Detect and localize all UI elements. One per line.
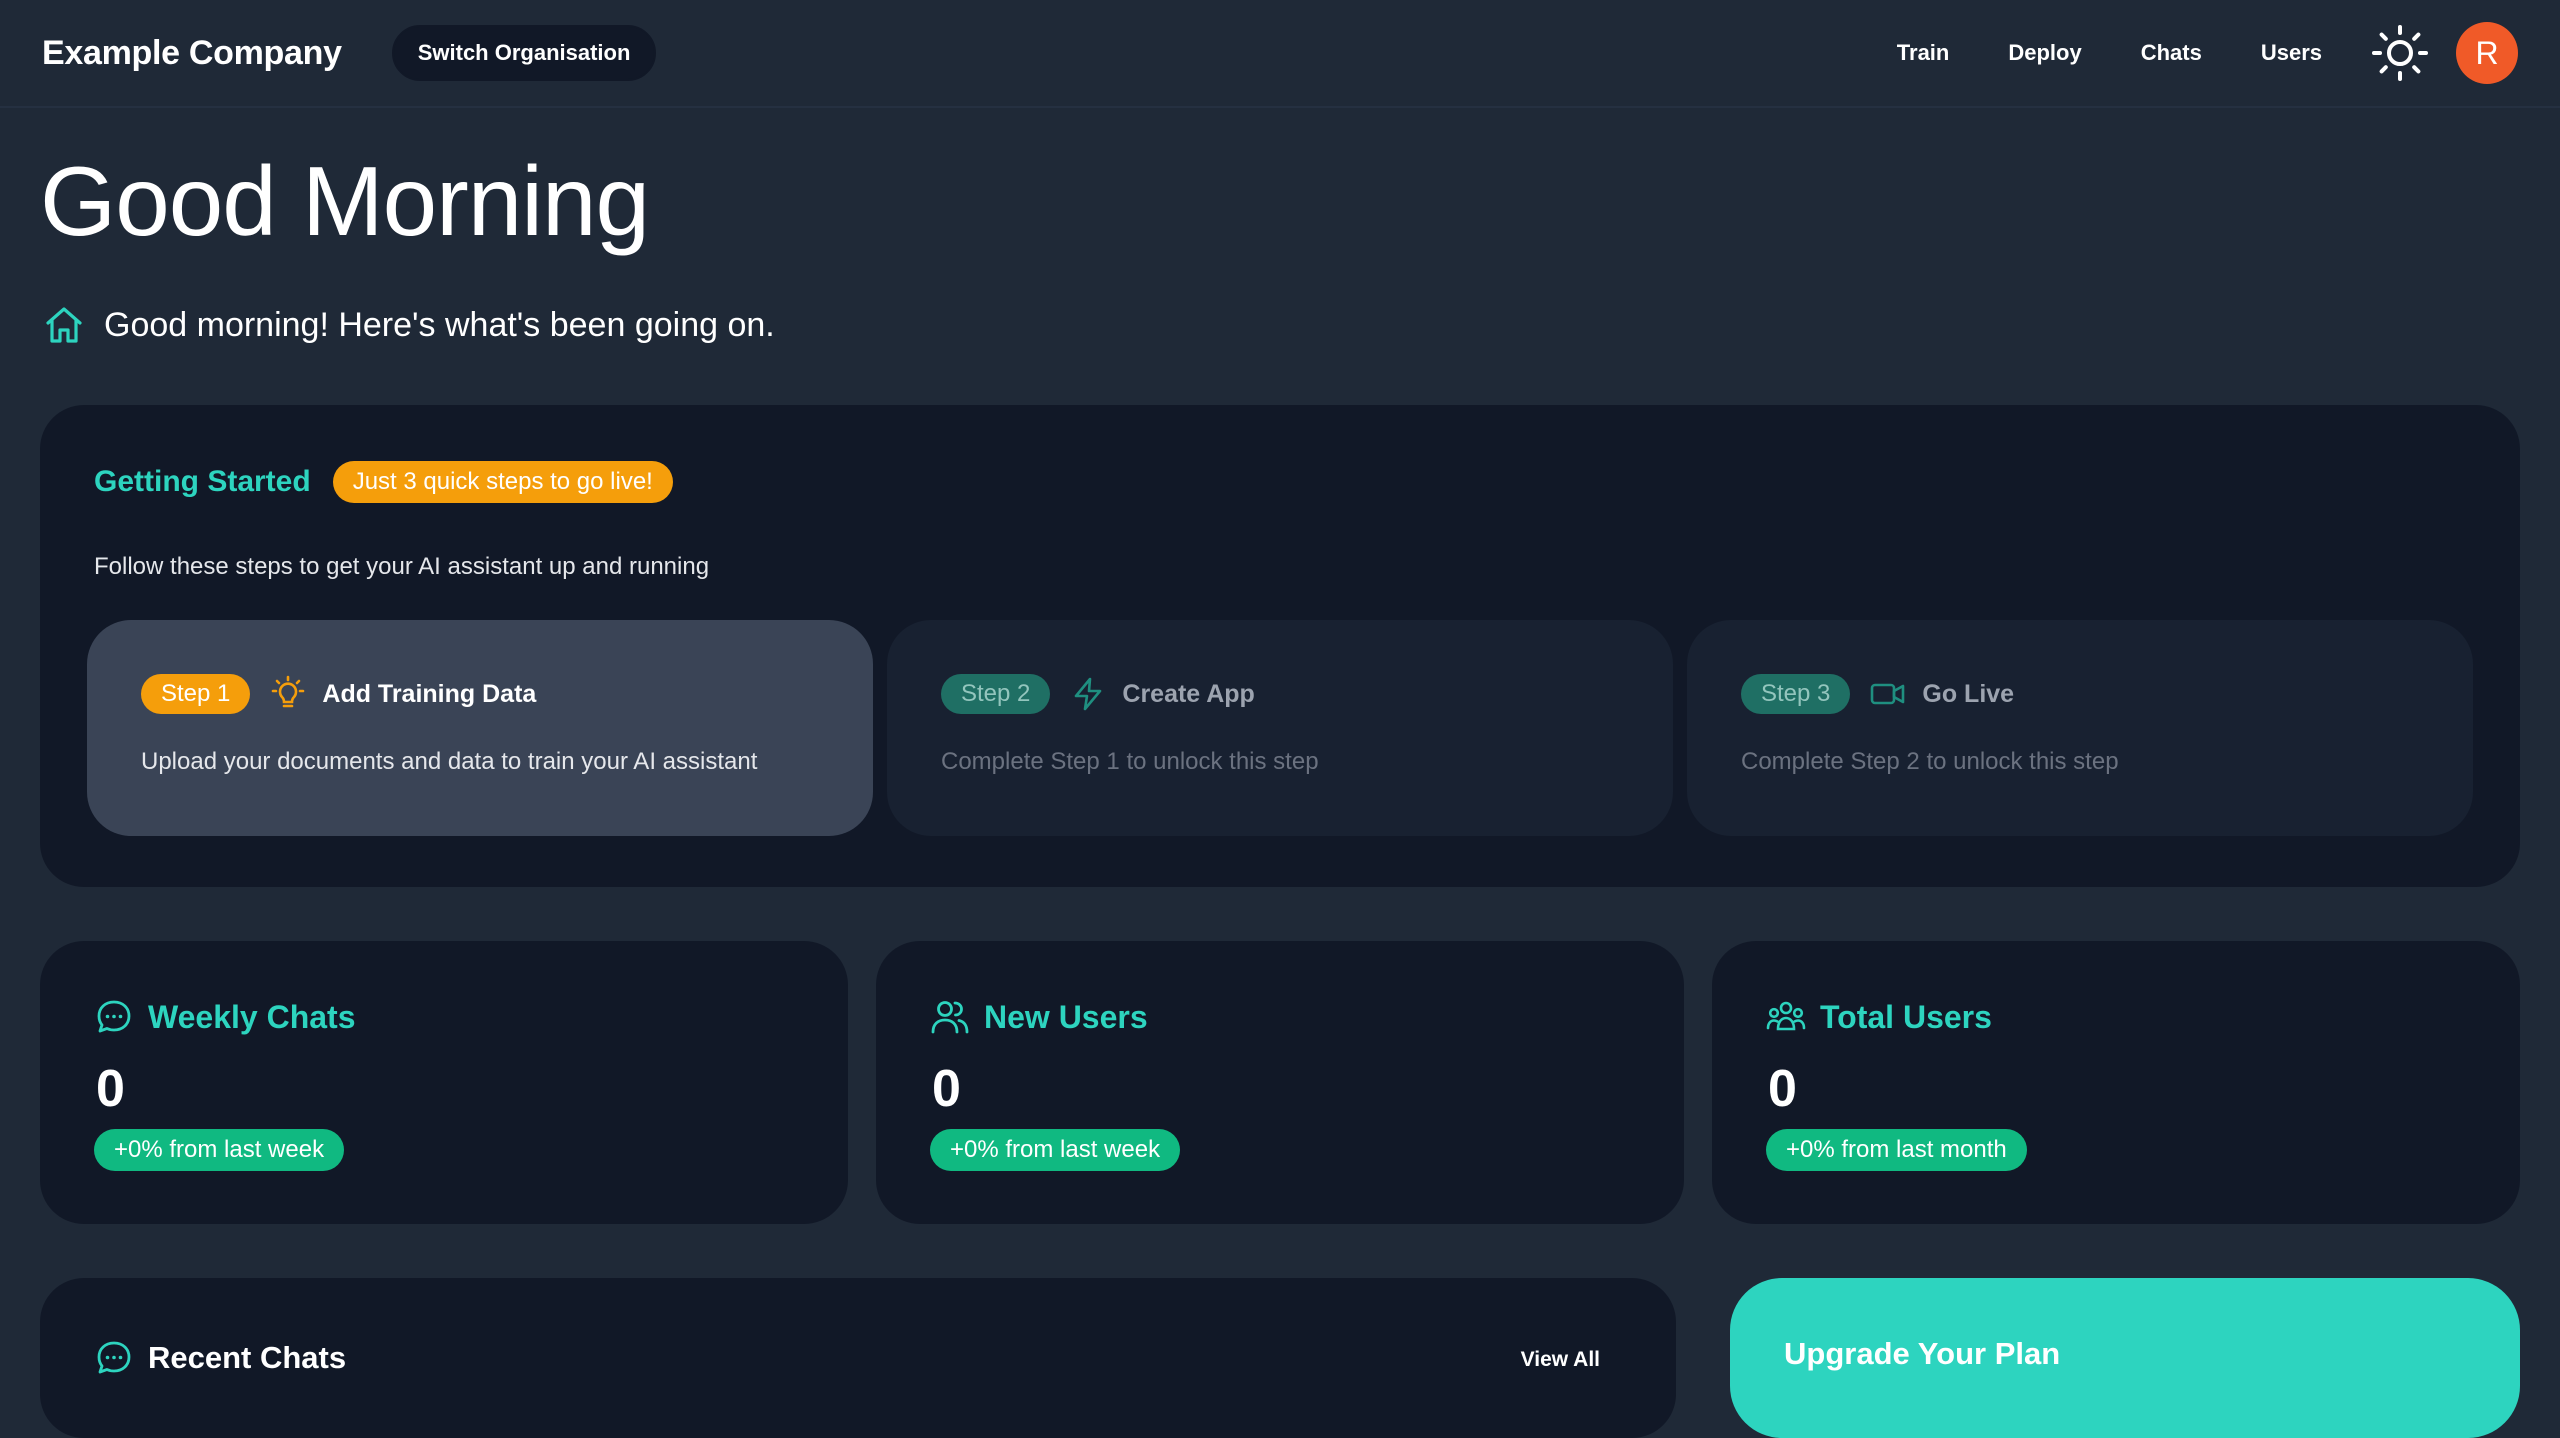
stat-value: 0 <box>932 1060 961 1118</box>
recent-chats-card: Recent Chats View All <box>40 1278 1676 1438</box>
video-camera-icon <box>1868 674 1908 714</box>
stat-change-badge: +0% from last week <box>94 1129 345 1171</box>
sun-icon <box>2372 25 2428 81</box>
main-nav: Train Deploy Chats Users R <box>1897 22 2518 84</box>
upgrade-plan-card[interactable]: Upgrade Your Plan <box>1730 1278 2520 1438</box>
step-title: Add Training Data <box>322 679 537 708</box>
step-description: Complete Step 2 to unlock this step <box>1741 748 2119 775</box>
stat-card-weekly-chats: Weekly Chats 0 +0% from last week <box>40 941 848 1224</box>
quick-steps-badge: Just 3 quick steps to go live! <box>332 461 673 503</box>
greeting-subtitle-text: Good morning! Here's what's been going o… <box>104 305 775 344</box>
step-title: Create App <box>1122 679 1255 708</box>
chat-bubble-icon <box>97 1000 131 1033</box>
getting-started-header: Getting Started Just 3 quick steps to go… <box>94 461 673 503</box>
stat-card-total-users: Total Users 0 +0% from last month <box>1712 941 2520 1224</box>
nav-link-chats[interactable]: Chats <box>2141 40 2202 66</box>
brand-name: Example Company <box>42 33 342 72</box>
getting-started-card: Getting Started Just 3 quick steps to go… <box>40 405 2520 887</box>
stat-value: 0 <box>1768 1060 1797 1118</box>
user-avatar[interactable]: R <box>2456 22 2518 84</box>
stat-change-badge: +0% from last week <box>930 1129 1181 1171</box>
step-number-pill: Step 1 <box>141 674 251 714</box>
user-group-icon <box>1766 1001 1806 1031</box>
switch-organisation-button[interactable]: Switch Organisation <box>391 25 657 81</box>
stat-title: New Users <box>984 998 1148 1035</box>
getting-started-description: Follow these steps to get your AI assist… <box>94 553 710 580</box>
step-title: Go Live <box>1922 679 2015 708</box>
greeting-subtitle: Good morning! Here's what's been going o… <box>42 303 775 347</box>
home-icon <box>46 307 82 343</box>
upgrade-plan-title: Upgrade Your Plan <box>1784 1336 2061 1371</box>
lightning-icon <box>1068 674 1108 714</box>
step-card-go-live: Step 3 Go Live Complete Step 2 to unlock… <box>1687 620 2473 836</box>
stat-card-new-users: New Users 0 +0% from last week <box>876 941 1684 1224</box>
step-description: Upload your documents and data to train … <box>141 748 758 775</box>
top-navigation-bar: Example Company Switch Organisation Trai… <box>0 0 2560 108</box>
chat-bubble-icon <box>97 1341 131 1374</box>
stat-title: Total Users <box>1820 998 1992 1035</box>
nav-link-deploy[interactable]: Deploy <box>2008 40 2081 66</box>
step-card-add-training-data[interactable]: Step 1 Add Training Data Upload your doc… <box>87 620 873 836</box>
nav-link-train[interactable]: Train <box>1897 40 1950 66</box>
theme-toggle-button[interactable] <box>2370 23 2430 83</box>
lightbulb-icon <box>268 674 308 714</box>
users-icon <box>931 1001 969 1034</box>
step-card-create-app: Step 2 Create App Complete Step 1 to unl… <box>887 620 1673 836</box>
nav-link-users[interactable]: Users <box>2261 40 2322 66</box>
stat-title: Weekly Chats <box>148 998 356 1035</box>
step-number-pill: Step 2 <box>941 674 1051 714</box>
page-title: Good Morning <box>40 146 650 256</box>
step-number-pill: Step 3 <box>1741 674 1851 714</box>
getting-started-title: Getting Started <box>94 465 311 498</box>
stat-change-badge: +0% from last month <box>1766 1129 2027 1171</box>
recent-chats-title: Recent Chats <box>148 1340 347 1375</box>
view-all-link[interactable]: View All <box>1521 1348 1600 1372</box>
step-description: Complete Step 1 to unlock this step <box>941 748 1319 775</box>
stat-value: 0 <box>96 1060 125 1118</box>
